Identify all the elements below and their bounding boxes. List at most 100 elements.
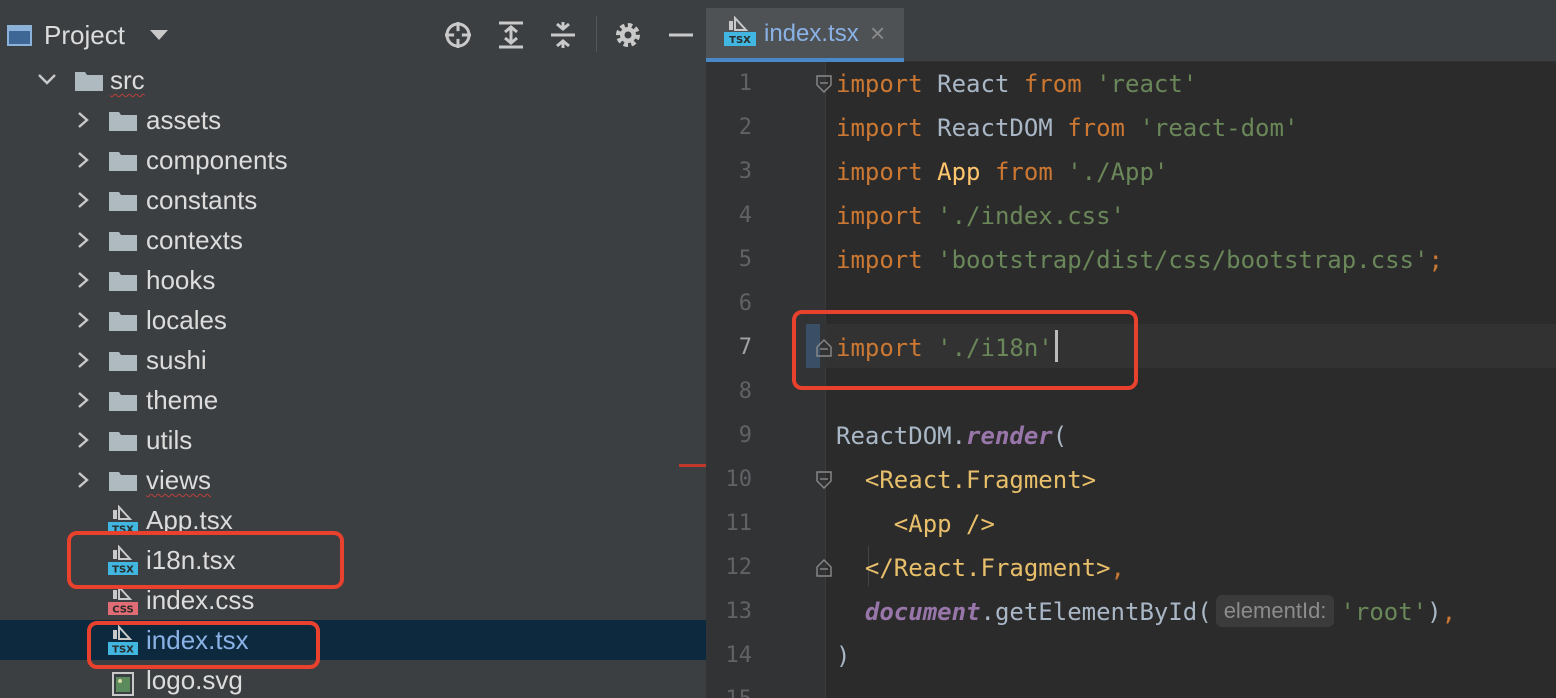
image-file-icon [108,665,138,697]
folder-icon [108,270,138,292]
chevron-right-icon[interactable] [76,190,90,210]
tree-folder[interactable]: views [0,460,706,500]
code-token: from [1067,114,1125,142]
folder-icon [108,310,138,332]
code-token: App [937,158,981,186]
tree-folder[interactable]: locales [0,300,706,340]
code-token: import [836,246,923,274]
tree-folder[interactable]: src [0,60,706,100]
tree-item-label-wrap: src [110,64,145,96]
tree-folder[interactable]: theme [0,380,706,420]
code-token: 'root' [1340,598,1428,626]
tree-folder[interactable]: components [0,140,706,180]
code-token: , [1441,598,1457,626]
code-line-10: <React.Fragment> [836,458,1096,502]
chevron-right-icon[interactable] [76,270,90,290]
chevron-right-icon[interactable] [76,110,90,130]
chevron-right-icon[interactable] [76,390,90,410]
code-token: render [966,422,1053,450]
tree-folder[interactable]: assets [0,100,706,140]
hide-panel-icon[interactable] [666,20,696,50]
tree-item-label: theme [146,385,219,415]
line-number: 1 [738,71,752,96]
code-token: </React.Fragment> [864,554,1111,582]
code-token: ) [1427,598,1442,626]
parameter-hint: elementId: [1215,595,1335,627]
code-line-12: </React.Fragment>, [836,546,1125,590]
project-panel: Project src assets components constants cont… [0,0,706,698]
tab-label: index.tsx [764,20,859,47]
chevron-right-icon[interactable] [76,350,90,370]
tree-item-label-wrap: sushi [146,344,207,376]
close-icon[interactable]: × [870,18,885,48]
code-token: ) [836,642,851,670]
collapse-all-icon[interactable] [548,20,578,50]
tree-item-label-wrap: theme [146,384,218,416]
highlight-box-index-file [87,621,320,669]
chevron-right-icon[interactable] [76,310,90,330]
tree-folder[interactable]: hooks [0,260,706,300]
code-token: , [1110,554,1125,582]
toolbar-separator [596,16,597,52]
code-token: import [836,70,923,98]
code-token: document [864,598,981,626]
tree-item-label: constants [146,185,258,215]
tree-folder[interactable]: utils [0,420,706,460]
code-token: <React.Fragment> [864,466,1097,494]
code-token: ( [1052,422,1068,450]
chevron-right-icon[interactable] [76,150,90,170]
chevron-down-icon[interactable] [150,30,168,40]
tree-folder[interactable]: sushi [0,340,706,380]
highlight-box-i18n-file [67,531,344,589]
chevron-right-icon[interactable] [76,430,90,450]
line-number: 2 [738,115,752,140]
tree-item-label: components [146,145,288,175]
line-number: 9 [738,423,752,448]
code-line-3: import App from './App' [836,150,1168,194]
tree-folder[interactable]: constants [0,180,706,220]
fold-marker-icon[interactable] [816,559,832,577]
code-line-13: document.getElementById(elementId:'root'… [836,590,1456,634]
fold-marker-icon[interactable] [816,471,832,489]
folder-icon [108,230,138,252]
chevron-down-icon[interactable] [37,72,57,86]
tree-folder[interactable]: contexts [0,220,706,260]
panel-top-strip [0,0,706,8]
fold-marker-icon[interactable] [816,75,832,93]
tree-item-label: locales [146,305,227,335]
code-line-9: ReactDOM.render( [836,414,1067,458]
code-token: 'react' [1096,70,1198,98]
folder-icon [108,190,138,212]
gear-icon[interactable] [613,20,643,50]
folder-icon [108,470,138,492]
locate-file-icon[interactable] [443,20,473,50]
tree-item-label-wrap: constants [146,184,257,216]
code-token: .getElementById( [980,598,1212,626]
svg-text:CSS: CSS [112,605,133,616]
code-line-11: <App /> [836,502,995,546]
tree-item-label-wrap: locales [146,304,227,336]
chevron-right-icon[interactable] [76,230,90,250]
line-number: 4 [738,203,752,228]
project-view-title[interactable]: Project [44,19,125,51]
tree-item-label: index.css [146,585,255,615]
expand-all-icon[interactable] [496,20,526,50]
project-window-icon [7,25,32,46]
tab-index-tsx[interactable]: TSX index.tsx × [706,8,904,62]
chevron-right-icon[interactable] [76,470,90,490]
tsx-file-icon: TSX [724,15,756,48]
folder-icon [74,70,104,92]
folder-icon [108,390,138,412]
tree-item-label: assets [146,105,222,135]
code-token: ReactDOM [922,114,1068,142]
line-number: 14 [725,643,753,668]
code-token: import [836,202,923,230]
